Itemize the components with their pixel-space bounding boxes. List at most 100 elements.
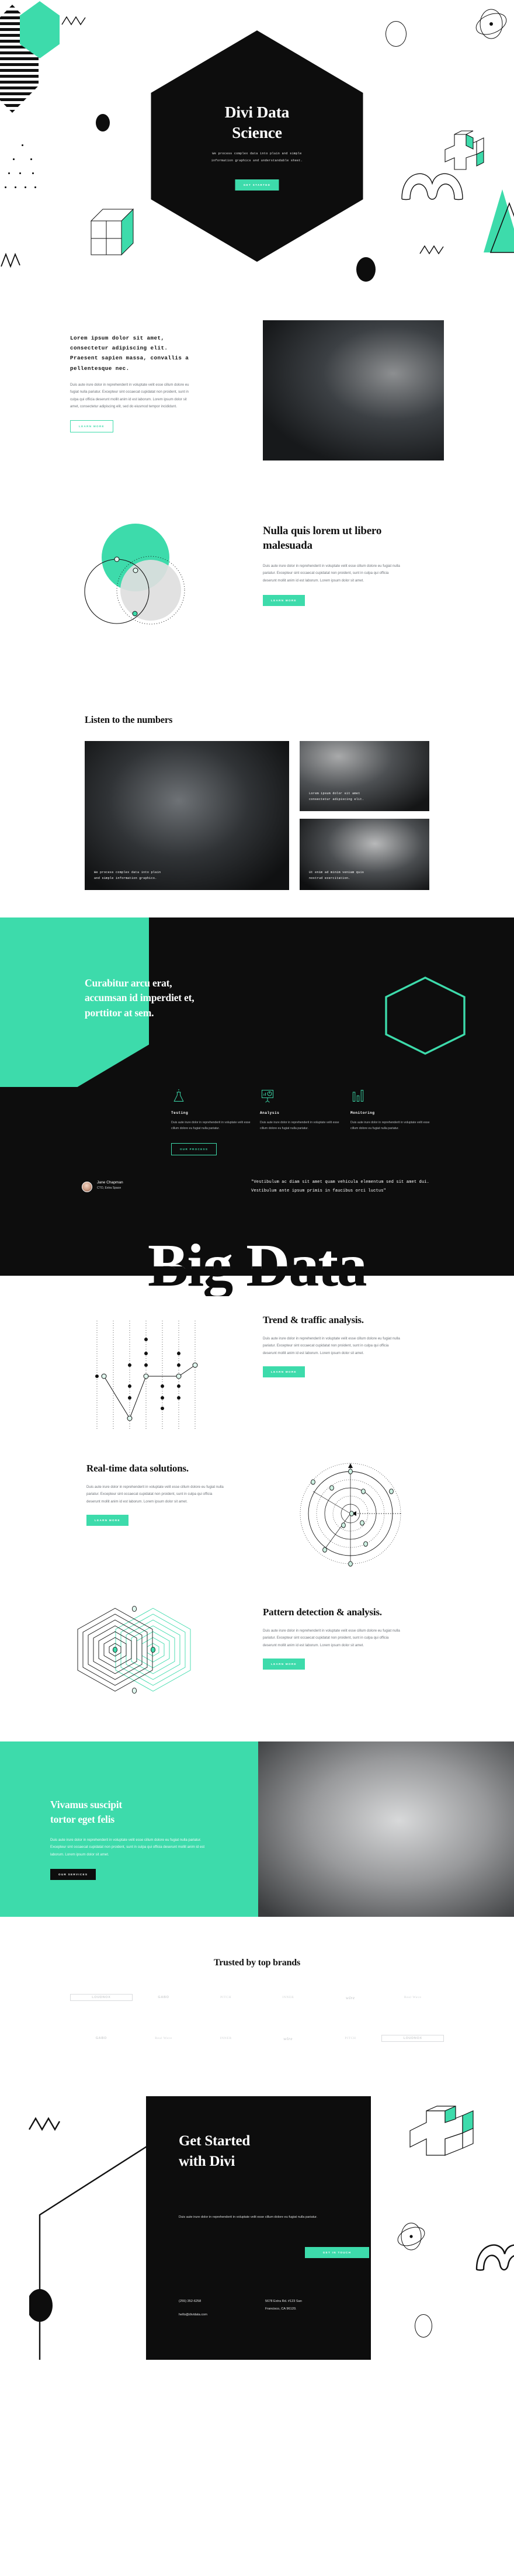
gallery-main-image: We process complex data into plain and s… bbox=[85, 741, 289, 890]
green-cta-photo bbox=[258, 1741, 514, 1917]
feature-body: Duis aute irure dolor in reprehenderit i… bbox=[263, 1336, 400, 1355]
cube-plus-icon bbox=[409, 2106, 474, 2156]
brands-section: Trusted by top brands LOUDNOX GABO PITCH… bbox=[0, 1917, 514, 2092]
footer-contact-column-left: (255) 352-6258 hello@dividata.com bbox=[179, 2298, 207, 2318]
feature-heading: Trend & traffic analysis. bbox=[263, 1314, 364, 1325]
hero-subtitle: We process complex data into plain and s… bbox=[211, 152, 303, 162]
brand-logo: wire bbox=[346, 1995, 355, 2000]
testimonial-name: Jane Chapman bbox=[97, 1180, 123, 1185]
service-card-testing: Testing Duis aute irure dolor in reprehe… bbox=[171, 1088, 256, 1132]
arch-icon bbox=[401, 173, 463, 200]
footer-card: Get Started with Divi Duis aute irure do… bbox=[146, 2096, 371, 2360]
green-cta-heading: Vivamus suscipit tortor eget felis bbox=[50, 1799, 123, 1826]
our-services-button[interactable]: OUR SERVICES bbox=[50, 1869, 96, 1881]
footer-heading: Get Started with Divi bbox=[179, 2133, 251, 2169]
feature-heading: Real-time data solutions. bbox=[86, 1463, 189, 1474]
intro-copy: Lorem ipsum dolor sit amet, consectetur … bbox=[70, 333, 190, 432]
feature-heading: Pattern detection & analysis. bbox=[263, 1606, 382, 1618]
venn-section: Nulla quis lorem ut libero malesuada Dui… bbox=[0, 508, 514, 707]
footer-section: Get Started with Divi Duis aute irure do… bbox=[0, 2092, 514, 2360]
hero-title-line1: Divi Data bbox=[224, 103, 290, 122]
brand-logo: INNER bbox=[282, 1996, 294, 1999]
feature-realtime-copy: Real-time data solutions. Duis aute irur… bbox=[86, 1462, 227, 1526]
brand-logo: Real Wave bbox=[155, 2037, 172, 2040]
zigzag-icon bbox=[28, 2117, 61, 2131]
hero-card: Divi Data Science We process complex dat… bbox=[151, 30, 363, 262]
green-triangle-decoration bbox=[484, 189, 514, 253]
brand-logo: INNER bbox=[220, 2037, 232, 2040]
green-cta-section: Vivamus suscipit tortor eget felis Duis … bbox=[0, 1741, 514, 1917]
bigword-band: Big Data Big Data bbox=[0, 1235, 514, 1303]
venn-heading: Nulla quis lorem ut libero malesuada bbox=[263, 525, 382, 552]
our-process-button[interactable]: OUR PROCESS bbox=[171, 1143, 217, 1155]
feature-trend-section: Trend & traffic analysis. Duis aute irur… bbox=[0, 1303, 514, 1449]
dot-decoration bbox=[96, 114, 110, 131]
venn-diagram-art bbox=[84, 524, 185, 625]
ellipse-outline-icon bbox=[415, 2314, 432, 2338]
footer-email[interactable]: hello@dividata.com bbox=[179, 2311, 207, 2319]
brands-grid: LOUDNOX GABO PITCH INNER wire Real Wave … bbox=[70, 1994, 444, 2042]
radial-orbit-chart-art bbox=[300, 1463, 401, 1567]
zigzag-icon bbox=[419, 245, 444, 255]
services-heading: Curabitur arcu erat, accumsan id imperdi… bbox=[85, 977, 195, 1019]
zigzag-icon bbox=[1, 252, 20, 268]
feature-pattern-copy: Pattern detection & analysis. Duis aute … bbox=[263, 1606, 403, 1670]
gallery-grid: We process complex data into plain and s… bbox=[85, 741, 429, 890]
angled-line-decoration bbox=[29, 2145, 150, 2360]
zigzag-icon bbox=[61, 16, 86, 26]
cube-icon bbox=[90, 208, 134, 256]
venn-learn-more-button[interactable]: LEARN MORE bbox=[263, 595, 305, 607]
feature-trend-learn-more-button[interactable]: LEARN MORE bbox=[263, 1366, 305, 1378]
feature-pattern-learn-more-button[interactable]: LEARN MORE bbox=[263, 1659, 305, 1670]
green-cta-copy: Vivamus suscipit tortor eget felis Duis … bbox=[50, 1798, 213, 1881]
gallery-bottom-caption: Ut enim ad minim veniam quis nostrud exe… bbox=[309, 870, 364, 881]
testimonial-quote: "Vestibulum ac diam sit amet quam vehicu… bbox=[251, 1180, 429, 1193]
hexagon-outline-icon bbox=[385, 977, 466, 1055]
intro-learn-more-button[interactable]: LEARN MORE bbox=[70, 420, 113, 432]
hero-section: Divi Data Science We process complex dat… bbox=[0, 0, 514, 292]
footer-contact-column-right: 5678 Extra Rd. #123 San Francisco, CA 96… bbox=[265, 2298, 341, 2312]
bar-chart-icon bbox=[352, 1089, 364, 1102]
feature-body: Duis aute irure dolor in reprehenderit i… bbox=[263, 1628, 400, 1647]
landing-page: Divi Data Science We process complex dat… bbox=[0, 0, 514, 2360]
flask-icon bbox=[173, 1089, 184, 1102]
arch-icon bbox=[475, 2244, 514, 2271]
service-body: Duis aute irure dolor in reprehenderit i… bbox=[171, 1121, 251, 1131]
footer-address-line2: Francisco, CA 96120. bbox=[265, 2307, 297, 2311]
brand-logo: GABO bbox=[158, 1996, 169, 1999]
feature-realtime-learn-more-button[interactable]: LEARN MORE bbox=[86, 1515, 128, 1526]
testimonial-author: Jane Chapman CTO, Extra Space bbox=[97, 1180, 123, 1190]
gallery-heading: Listen to the numbers bbox=[85, 714, 173, 725]
green-cta-body: Duis aute irure dolor in reprehenderit i… bbox=[50, 1837, 205, 1857]
footer-address-line1: 5678 Extra Rd. #123 San bbox=[265, 2300, 302, 2303]
gallery-top-caption: Lorem ipsum dolor sit amet consectetur a… bbox=[309, 791, 364, 802]
green-hexagon-decoration bbox=[20, 1, 60, 58]
avatar bbox=[82, 1182, 92, 1192]
brand-logo: wire bbox=[283, 2035, 293, 2041]
brand-logo: PITCH bbox=[345, 2037, 356, 2040]
hero-get-started-button[interactable]: GET STARTED bbox=[235, 179, 279, 191]
gallery-top-image: Lorem ipsum dolor sit amet consectetur a… bbox=[300, 741, 429, 811]
service-body: Duis aute irure dolor in reprehenderit i… bbox=[350, 1121, 430, 1131]
presentation-chart-icon bbox=[261, 1089, 274, 1103]
service-title: Monitoring bbox=[350, 1111, 375, 1115]
venn-body: Duis aute irure dolor in reprehenderit i… bbox=[263, 563, 400, 583]
orbit-icon bbox=[397, 2222, 425, 2250]
gallery-bottom-image: Ut enim ad minim veniam quis nostrud exe… bbox=[300, 819, 429, 890]
ellipse-outline-icon bbox=[386, 21, 407, 47]
service-title: Analysis bbox=[260, 1111, 280, 1115]
get-in-touch-button[interactable]: GET IN TOUCH bbox=[305, 2247, 369, 2258]
hero-title-line2: Science bbox=[232, 123, 282, 142]
services-dark-section: Curabitur arcu erat, accumsan id imperdi… bbox=[0, 917, 514, 1245]
footer-phone[interactable]: (255) 352-6258 bbox=[179, 2298, 207, 2305]
orbit-icon bbox=[475, 9, 507, 39]
brand-logo: LOUDNOX bbox=[381, 2035, 444, 2042]
brand-logo: GABO bbox=[95, 2037, 107, 2040]
intro-body: Duis aute irure dolor in reprehenderit i… bbox=[70, 382, 189, 409]
service-card-analysis: Analysis Duis aute irure dolor in repreh… bbox=[260, 1088, 345, 1132]
cube-plus-icon bbox=[444, 130, 484, 170]
footer-body: Duis aute irure dolor in reprehenderit i… bbox=[179, 2215, 318, 2219]
service-card-monitoring: Monitoring Duis aute irure dolor in repr… bbox=[350, 1088, 436, 1132]
service-title: Testing bbox=[171, 1111, 189, 1115]
striped-hexagon-decoration bbox=[0, 5, 39, 113]
